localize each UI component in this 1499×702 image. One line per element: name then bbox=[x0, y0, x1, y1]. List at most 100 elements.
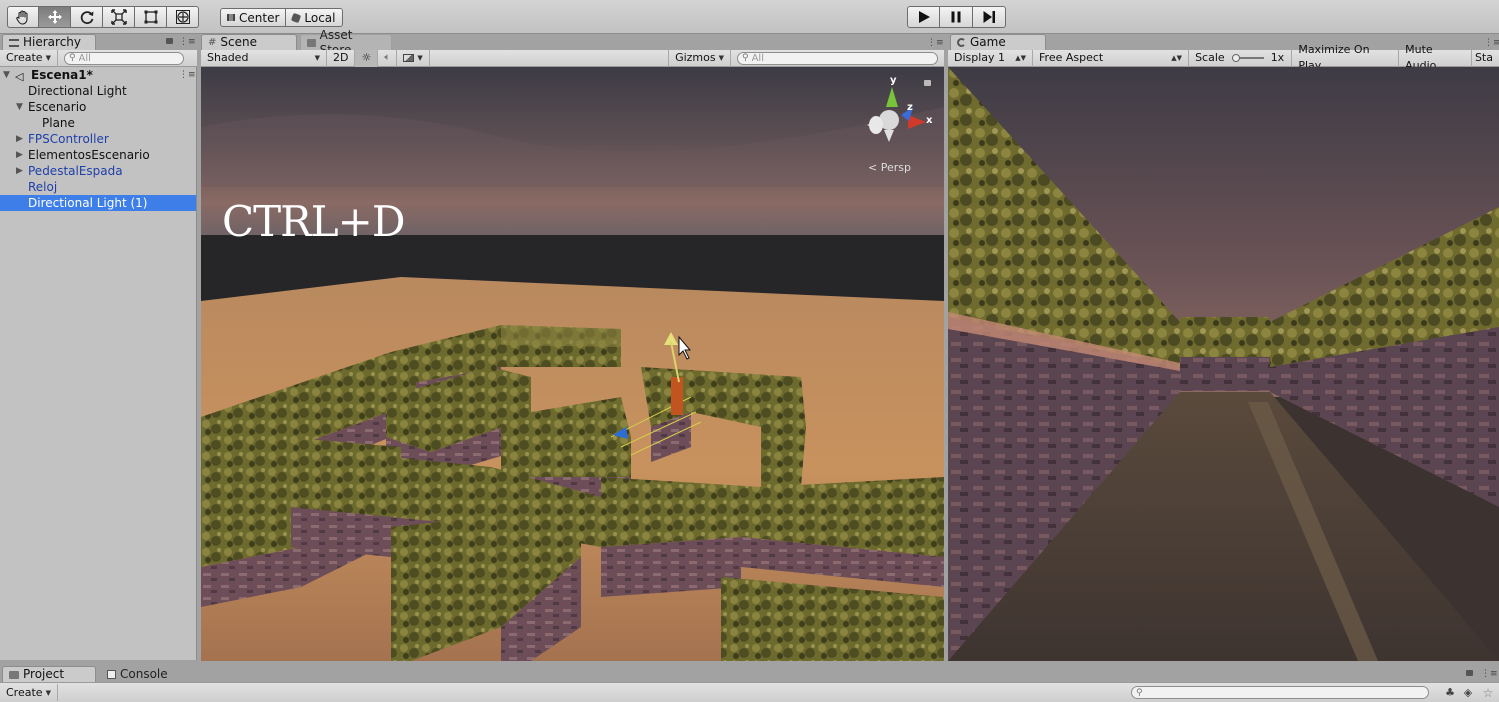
scene-menu-icon[interactable]: ⋮≡ bbox=[179, 67, 196, 83]
hierarchy-item[interactable]: Plane bbox=[0, 115, 196, 131]
toggle-2d-button[interactable]: 2D bbox=[327, 49, 356, 67]
hierarchy-scene-row[interactable]: ▼ ◁ Escena1* ⋮≡ bbox=[0, 67, 196, 83]
scale-slider[interactable] bbox=[1231, 54, 1264, 62]
gizmos-label: Gizmos bbox=[675, 51, 716, 64]
hierarchy-item[interactable]: Directional Light bbox=[0, 83, 196, 99]
pause-button[interactable] bbox=[940, 6, 973, 28]
hierarchy-item[interactable]: Reloj bbox=[0, 179, 196, 195]
pivot-local-button[interactable]: Local bbox=[286, 8, 343, 27]
scene-tabbar: # Scene Asset Store ⋮≡ bbox=[199, 28, 945, 57]
project-search[interactable]: ⚲ bbox=[1131, 686, 1429, 699]
tab-game[interactable]: Game bbox=[950, 34, 1046, 50]
game-viewport[interactable] bbox=[948, 67, 1499, 661]
game-tab-label: Game bbox=[970, 35, 1006, 49]
expand-arrow-icon[interactable]: ▼ bbox=[3, 67, 10, 83]
shading-mode-dropdown[interactable]: Shaded ▼ bbox=[201, 49, 327, 67]
lock-icon[interactable] bbox=[924, 80, 931, 86]
scale-label: Scale bbox=[1195, 51, 1225, 64]
toggle-2d-label: 2D bbox=[333, 51, 349, 64]
pivot-center-label: Center bbox=[239, 10, 280, 25]
play-button[interactable] bbox=[907, 6, 940, 28]
filter-by-label-icon[interactable]: ◈ bbox=[1459, 686, 1477, 699]
panel-menu-icon[interactable]: ⋮≡ bbox=[1484, 38, 1499, 48]
folder-icon bbox=[9, 670, 19, 679]
move-tool-icon[interactable] bbox=[39, 6, 71, 28]
hierarchy-item-selected[interactable]: Directional Light (1) bbox=[0, 195, 196, 211]
rotate-tool-icon[interactable] bbox=[71, 6, 103, 28]
chevron-down-icon: ▼ bbox=[718, 54, 724, 62]
hierarchy-item[interactable]: ▶ ElementosEscenario bbox=[0, 147, 196, 163]
hierarchy-tab-label: Hierarchy bbox=[23, 35, 82, 49]
hand-tool-icon[interactable] bbox=[7, 6, 39, 28]
hierarchy-item-label: PedestalEspada bbox=[28, 164, 123, 178]
tab-project[interactable]: Project bbox=[2, 666, 96, 682]
tab-console[interactable]: Console bbox=[100, 666, 194, 682]
scene-search-input[interactable] bbox=[748, 52, 937, 64]
scene-search[interactable]: ⚲ bbox=[737, 51, 938, 65]
favorite-star-icon[interactable]: ☆ bbox=[1477, 686, 1499, 700]
transform-tool-icon[interactable] bbox=[167, 6, 199, 28]
panel-menu-icon[interactable]: ⋮≡ bbox=[1481, 669, 1498, 679]
collapse-arrow-icon[interactable]: ▶ bbox=[16, 147, 23, 163]
game-render bbox=[948, 67, 1499, 661]
stats-label: Sta bbox=[1474, 51, 1493, 64]
stats-toggle[interactable]: Sta bbox=[1472, 50, 1499, 67]
step-button[interactable] bbox=[973, 6, 1006, 28]
scene-effects-dropdown[interactable]: ▼ bbox=[397, 49, 430, 67]
axis-x-label: x bbox=[926, 115, 933, 126]
hierarchy-search[interactable]: ⚲ bbox=[63, 51, 184, 65]
project-create-button[interactable]: Create ▼ bbox=[0, 684, 58, 701]
hierarchy-create-label: Create bbox=[6, 51, 43, 64]
gizmos-dropdown[interactable]: Gizmos ▼ bbox=[668, 49, 731, 67]
asset-store-icon bbox=[307, 38, 316, 47]
sun-icon: ☼ bbox=[361, 51, 372, 64]
speaker-icon: 🔈︎ bbox=[384, 52, 391, 63]
hierarchy-item-label: Plane bbox=[42, 116, 75, 130]
expand-arrow-icon[interactable]: ▼ bbox=[16, 99, 23, 115]
filter-by-type-icon[interactable]: ♣ bbox=[1441, 686, 1459, 699]
project-create-label: Create bbox=[6, 685, 43, 699]
tab-scene[interactable]: # Scene bbox=[201, 34, 297, 50]
lock-icon[interactable] bbox=[166, 38, 173, 44]
scene-viewport[interactable]: y z x < Persp CTRL+D bbox=[201, 67, 944, 661]
hierarchy-item-label: Directional Light bbox=[28, 84, 127, 98]
mute-audio-toggle[interactable]: Mute Audio bbox=[1399, 43, 1472, 72]
scale-control: Scale 1x bbox=[1189, 49, 1293, 67]
search-icon: ⚲ bbox=[742, 53, 749, 63]
project-tab-label: Project bbox=[23, 667, 65, 681]
persp-label[interactable]: < Persp bbox=[868, 161, 911, 174]
chevron-down-icon: ▼ bbox=[45, 54, 51, 62]
lock-icon[interactable] bbox=[1466, 670, 1473, 676]
tab-hierarchy[interactable]: Hierarchy bbox=[2, 34, 96, 50]
hierarchy-toolbar: Create ▼ ⚲ bbox=[0, 49, 197, 67]
hierarchy-item[interactable]: ▶ FPSController bbox=[0, 131, 196, 147]
display-dropdown[interactable]: Display 1 ▲▼ bbox=[948, 49, 1034, 67]
panel-menu-icon[interactable]: ⋮≡ bbox=[179, 37, 196, 47]
scene-grid-icon: # bbox=[208, 37, 217, 48]
collapse-arrow-icon[interactable]: ▶ bbox=[16, 163, 23, 179]
hierarchy-item-label: Reloj bbox=[28, 180, 58, 194]
scale-slider-thumb[interactable] bbox=[1231, 54, 1240, 62]
scene-audio-toggle[interactable]: 🔈︎ bbox=[378, 49, 398, 67]
maximize-on-play-toggle[interactable]: Maximize On Play bbox=[1292, 43, 1400, 72]
pivot-toggles: Center Local bbox=[220, 8, 343, 27]
hierarchy-item-label: Directional Light (1) bbox=[28, 196, 148, 210]
aspect-dropdown[interactable]: Free Aspect ▲▼ bbox=[1033, 49, 1190, 67]
collapse-arrow-icon[interactable]: ▶ bbox=[16, 131, 23, 147]
hierarchy-search-input[interactable] bbox=[75, 52, 183, 64]
hierarchy-item[interactable]: ▶ PedestalEspada bbox=[0, 163, 196, 179]
scene-lighting-toggle[interactable]: ☼ bbox=[355, 49, 379, 67]
hierarchy-item[interactable]: ▼ Escenario bbox=[0, 99, 196, 115]
rect-tool-icon[interactable] bbox=[135, 6, 167, 28]
main-toolbar: Center Local bbox=[0, 0, 1499, 34]
game-controller-icon bbox=[957, 38, 966, 47]
hierarchy-tabbar: Hierarchy ⋮≡ bbox=[0, 34, 197, 50]
project-search-input[interactable] bbox=[1142, 687, 1428, 698]
pivot-center-button[interactable]: Center bbox=[220, 8, 287, 27]
scale-tool-icon[interactable] bbox=[103, 6, 135, 28]
transform-tools bbox=[7, 6, 199, 28]
aspect-label: Free Aspect bbox=[1039, 51, 1104, 64]
panel-menu-icon[interactable]: ⋮≡ bbox=[927, 38, 944, 48]
hierarchy-create-button[interactable]: Create ▼ bbox=[0, 49, 58, 67]
tab-asset-store[interactable]: Asset Store bbox=[300, 28, 392, 57]
